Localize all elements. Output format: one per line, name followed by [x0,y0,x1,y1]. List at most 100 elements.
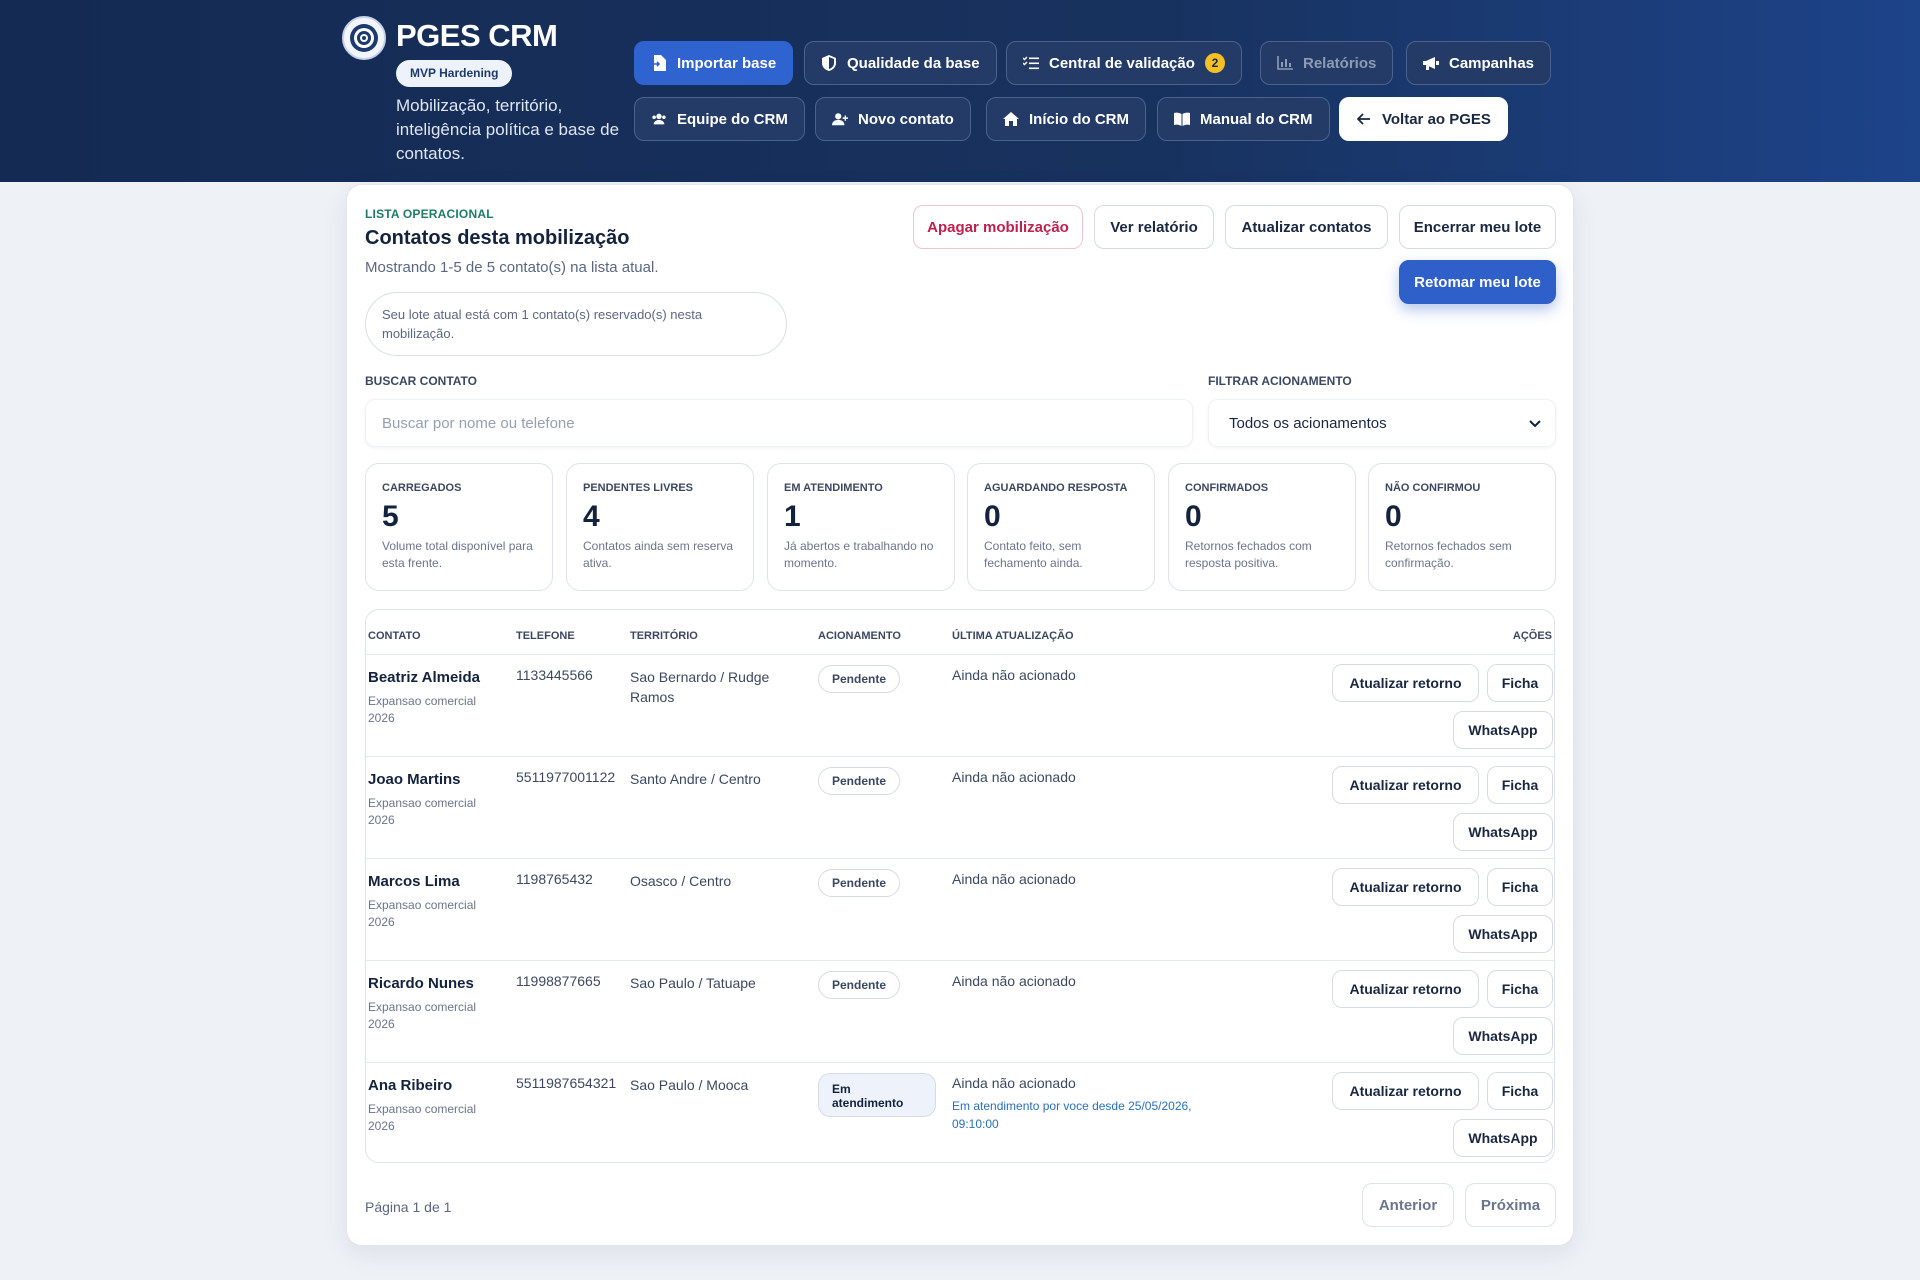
contact-campaign: Expansao comercial 2026 [368,694,477,725]
col-updated: ÚLTIMA ATUALIZAÇÃO [952,630,1074,642]
contact-territory: Sao Bernardo / Rudge Ramos [630,669,770,705]
status-badge: Pendente [818,869,901,897]
filter-label: FILTRAR ACIONAMENTO [1208,374,1352,388]
in-progress-note: Em atendimento por voce desde 25/05/2026… [952,1099,1192,1131]
crm-home-button[interactable]: Início do CRM [986,97,1146,141]
record-button[interactable]: Ficha [1487,664,1553,702]
checklist-icon [1023,55,1039,71]
chart-icon [1277,55,1293,71]
stat-confirmed: CONFIRMADOS 0 Retornos fechados com resp… [1168,463,1356,591]
view-report-button[interactable]: Ver relatório [1094,205,1214,249]
import-base-button[interactable]: Importar base [634,41,794,85]
status-badge: Pendente [818,767,901,795]
stat-not-confirmed: NÃO CONFIRMOU 0 Retornos fechados sem co… [1368,463,1556,591]
col-phone: TELEFONE [516,630,575,642]
close-batch-button[interactable]: Encerrar meu lote [1399,205,1556,249]
contact-phone: 1198765432 [516,871,593,887]
record-button[interactable]: Ficha [1487,766,1553,804]
update-return-button[interactable]: Atualizar retorno [1332,970,1479,1008]
arrow-left-icon [1356,111,1372,127]
contact-phone: 11998877665 [516,973,601,989]
section-eyebrow: LISTA OPERACIONAL [365,207,494,221]
whatsapp-button[interactable]: WhatsApp [1453,1119,1553,1157]
col-actions: AÇÕES [1512,630,1552,642]
contacts-card: LISTA OPERACIONAL Contatos desta mobiliz… [346,184,1574,1246]
record-button[interactable]: Ficha [1487,970,1553,1008]
app-header: PGES CRM MVP Hardening Mobilização, terr… [0,0,1920,182]
contact-name: Beatriz Almeida [368,669,480,686]
back-to-pges-button[interactable]: Voltar ao PGES [1339,97,1508,141]
filter-selected-value: Todos os acionamentos [1229,414,1387,432]
whatsapp-button[interactable]: WhatsApp [1453,813,1553,851]
contact-campaign: Expansao comercial 2026 [368,898,477,929]
contact-territory: Sao Paulo / Mooca [630,1077,749,1093]
update-return-button[interactable]: Atualizar retorno [1332,766,1479,804]
whatsapp-button[interactable]: WhatsApp [1453,711,1553,749]
update-return-button[interactable]: Atualizar retorno [1332,1072,1479,1110]
contact-name: Ana Ribeiro [368,1077,453,1094]
contact-name: Marcos Lima [368,873,460,890]
base-quality-button[interactable]: Qualidade da base [804,41,997,85]
last-update: Ainda não acionado [952,871,1076,887]
contact-phone: 5511977001122 [516,769,616,785]
table-row: Joao Martins Expansao comercial 2026 551… [366,757,1554,859]
record-button[interactable]: Ficha [1487,868,1553,906]
section-title: Contatos desta mobilização [365,227,630,249]
chevron-down-icon [1529,415,1541,432]
target-logo-icon [342,16,386,60]
stat-in-progress: EM ATENDIMENTO 1 Já abertos e trabalhand… [767,463,955,591]
status-badge: Em atendimento [818,1073,936,1117]
record-button[interactable]: Ficha [1487,1072,1553,1110]
search-input[interactable] [365,399,1193,447]
whatsapp-button[interactable]: WhatsApp [1453,1017,1553,1055]
users-icon [651,111,667,127]
app-tagline: Mobilização, território, inteligência po… [396,96,620,163]
last-update: Ainda não acionado [952,769,1076,785]
contact-territory: Santo Andre / Centro [630,771,761,787]
contact-name: Ricardo Nunes [368,975,474,992]
home-icon [1003,111,1019,127]
pending-count-badge: 2 [1204,53,1225,73]
contact-phone: 1133445566 [516,667,593,683]
stat-loaded: CARREGADOS 5 Volume total disponível par… [365,463,553,591]
status-badge: Pendente [818,971,901,999]
new-contact-button[interactable]: Novo contato [815,97,971,141]
last-update: Ainda não acionado [952,1075,1076,1091]
contact-campaign: Expansao comercial 2026 [368,796,477,827]
book-icon [1174,111,1190,127]
last-update: Ainda não acionado [952,667,1076,683]
campaigns-button[interactable]: Campanhas [1406,41,1552,85]
resume-batch-button[interactable]: Retomar meu lote [1399,260,1556,304]
stat-awaiting-response: AGUARDANDO RESPOSTA 0 Contato feito, sem… [967,463,1155,591]
prev-page-button[interactable]: Anterior [1362,1183,1454,1227]
stat-pending-free: PENDENTES LIVRES 4 Contatos ainda sem re… [566,463,754,591]
app-title: PGES CRM [396,18,558,53]
update-return-button[interactable]: Atualizar retorno [1332,664,1479,702]
version-badge: MVP Hardening [396,60,513,87]
table-row: Beatriz Almeida Expansao comercial 2026 … [366,655,1554,757]
col-status: ACIONAMENTO [818,630,901,642]
contact-name: Joao Martins [368,771,461,788]
next-page-button[interactable]: Próxima [1465,1183,1556,1227]
col-contact: CONTATO [368,630,421,642]
contact-phone: 5511987654321 [516,1075,617,1091]
status-badge: Pendente [818,665,901,693]
pagination-info: Página 1 de 1 [365,1199,452,1215]
crm-manual-button[interactable]: Manual do CRM [1157,97,1330,141]
validation-center-button[interactable]: Central de validação 2 [1006,41,1242,85]
file-import-icon [651,55,667,71]
last-update: Ainda não acionado [952,973,1076,989]
table-row: Ricardo Nunes Expansao comercial 2026 11… [366,961,1554,1063]
reports-button[interactable]: Relatórios [1260,41,1394,85]
status-filter-select[interactable]: Todos os acionamentos [1208,399,1556,447]
user-plus-icon [832,111,848,127]
shield-icon [821,55,837,71]
update-return-button[interactable]: Atualizar retorno [1332,868,1479,906]
batch-notice: Seu lote atual está com 1 contato(s) res… [365,292,787,356]
col-territory: TERRITÓRIO [630,630,698,642]
whatsapp-button[interactable]: WhatsApp [1453,915,1553,953]
refresh-contacts-button[interactable]: Atualizar contatos [1225,205,1388,249]
delete-mobilization-button[interactable]: Apagar mobilização [913,205,1083,249]
megaphone-icon [1423,55,1439,71]
crm-team-button[interactable]: Equipe do CRM [634,97,805,141]
